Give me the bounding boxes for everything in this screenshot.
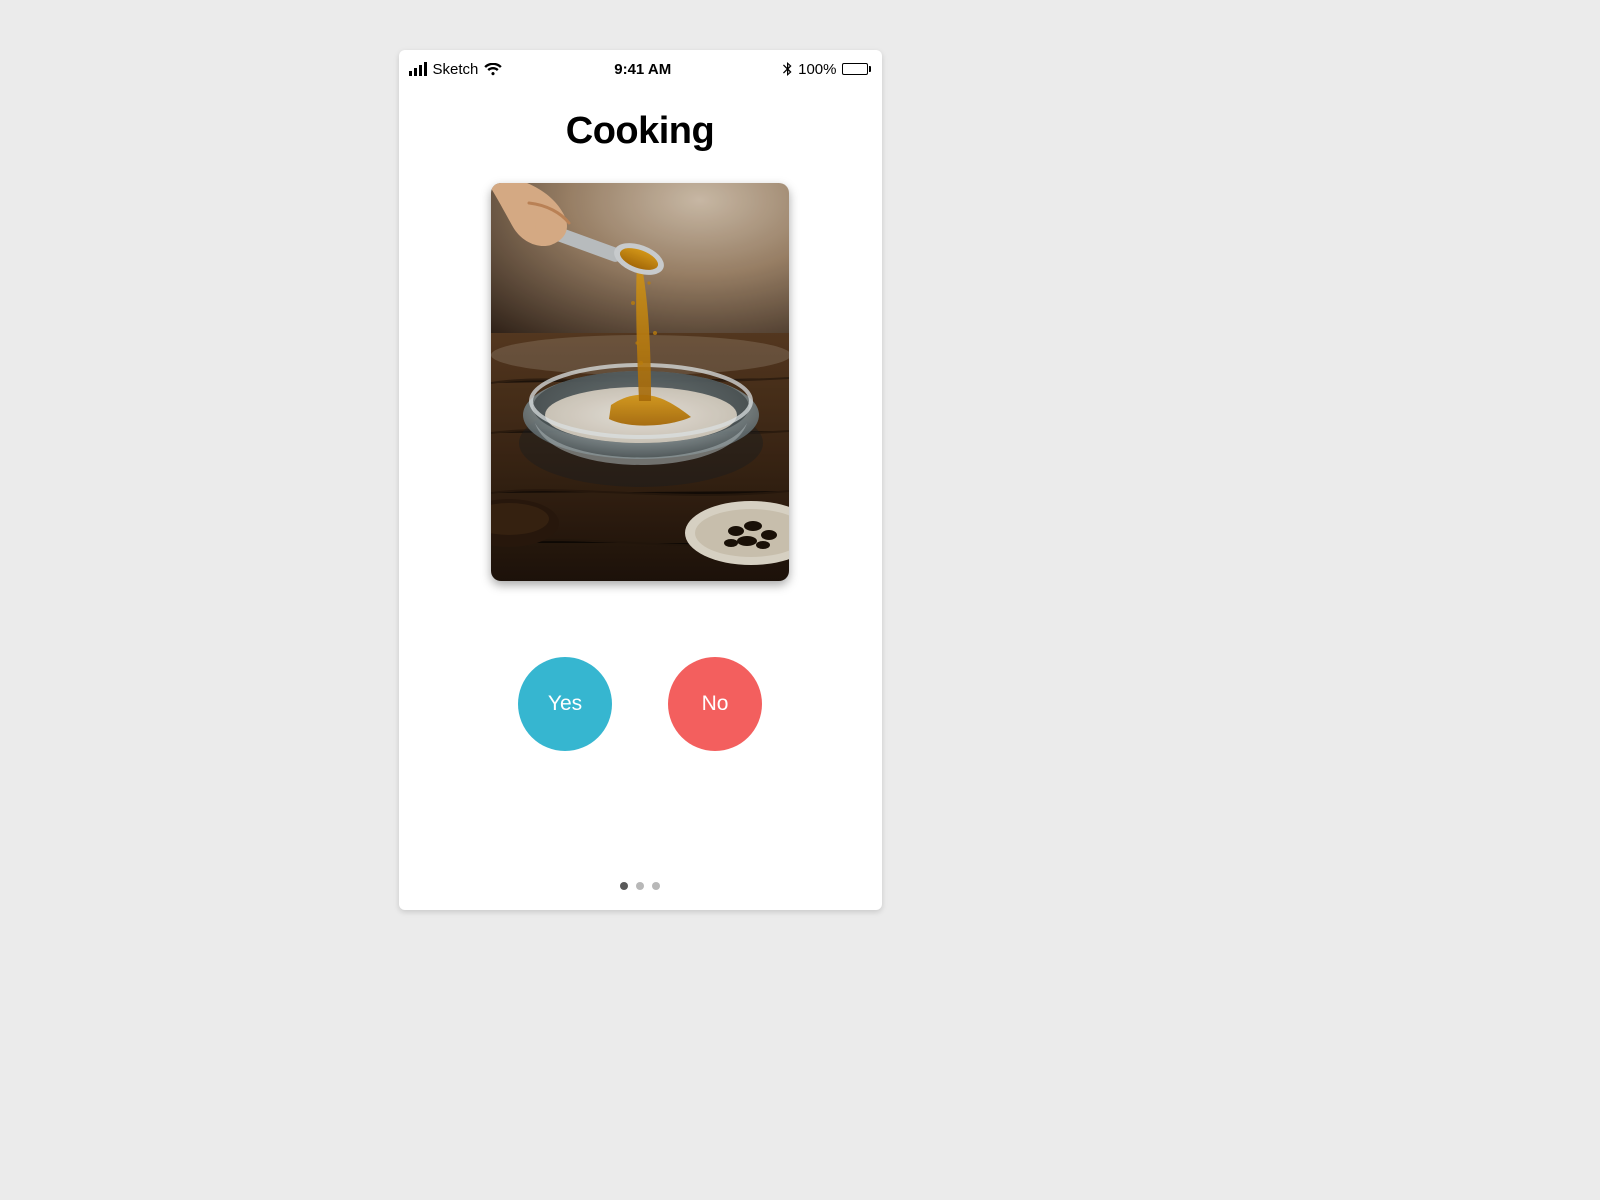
battery-icon [842,63,871,75]
page-title: Cooking [399,110,882,153]
no-button[interactable]: No [668,657,762,751]
yes-button[interactable]: Yes [518,657,612,751]
status-left: Sketch [409,61,503,78]
cooking-image-card[interactable] [491,183,789,581]
page-dot-3[interactable] [652,882,660,890]
no-button-label: No [702,692,729,716]
battery-percent: 100% [798,61,836,78]
status-right: 100% [783,61,871,78]
status-bar: Sketch 9:41 AM 100% [399,50,882,82]
signal-icon [409,62,427,76]
carrier-label: Sketch [433,61,479,78]
bluetooth-icon [783,62,792,77]
wifi-icon [484,63,502,76]
page-dot-1[interactable] [620,882,628,890]
card-container [399,183,882,581]
status-time: 9:41 AM [614,61,671,78]
decision-buttons: Yes No [399,657,882,751]
page-dot-2[interactable] [636,882,644,890]
stage: Sketch 9:41 AM 100% [0,0,1280,960]
pagination-dots [399,882,882,890]
yes-button-label: Yes [548,692,582,716]
phone-frame: Sketch 9:41 AM 100% [399,50,882,910]
